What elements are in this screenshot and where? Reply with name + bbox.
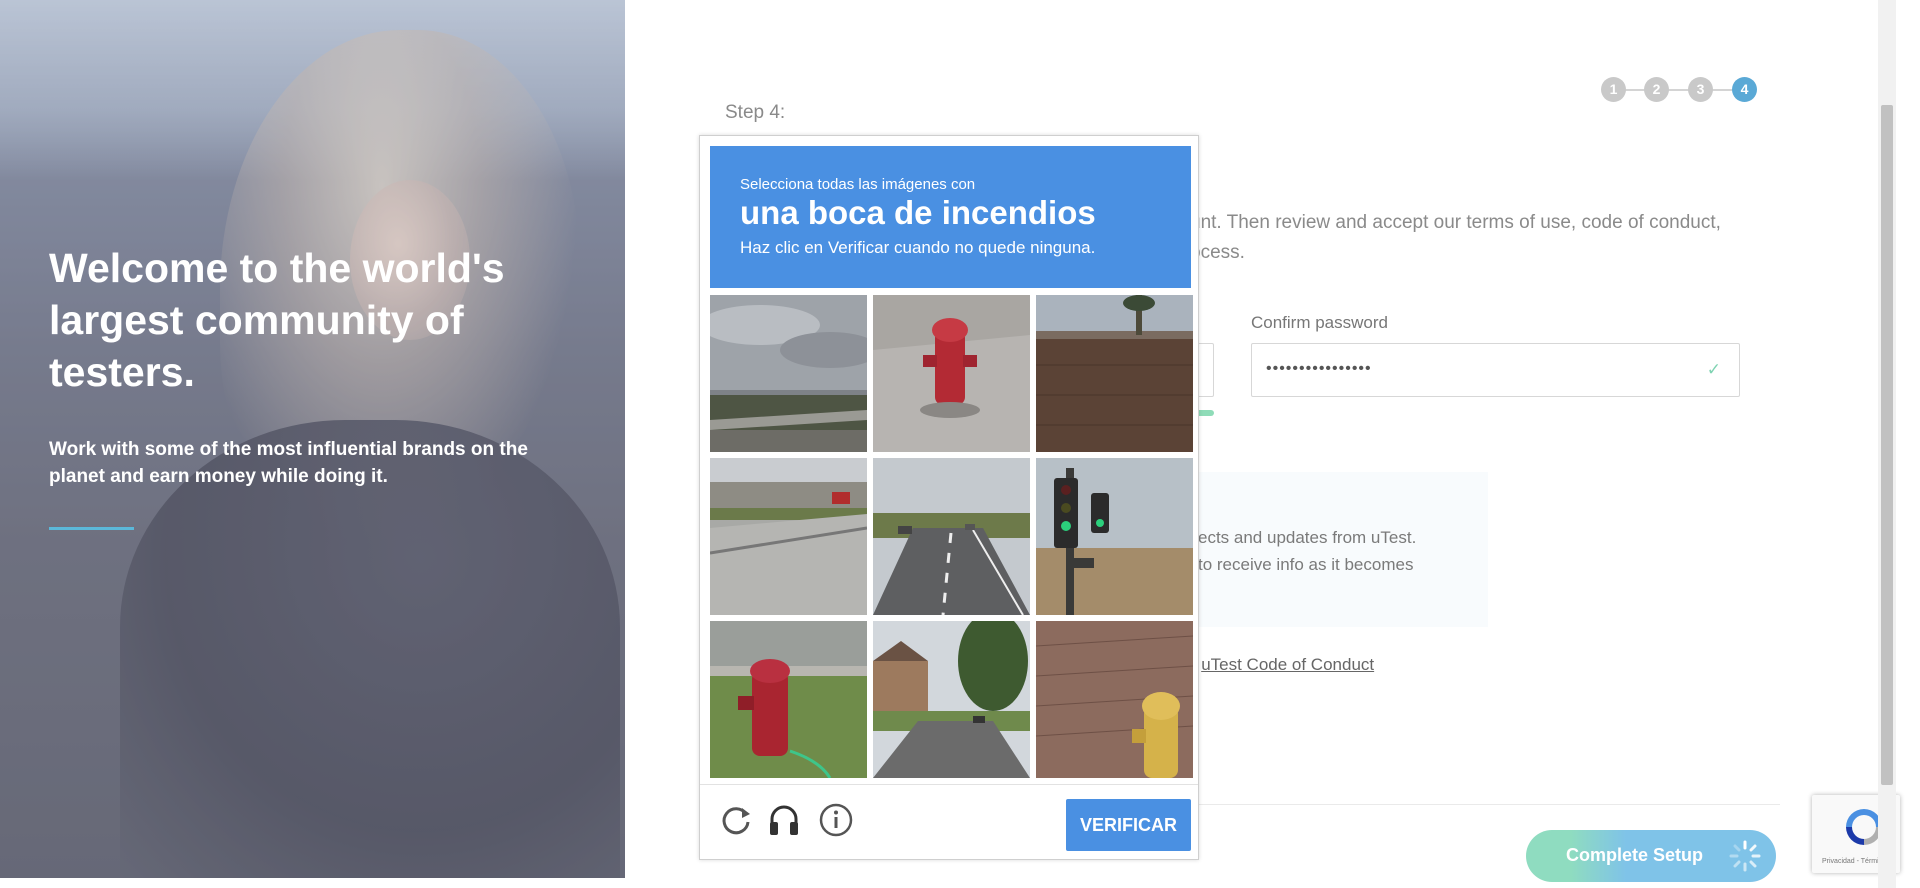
step-4: 4 — [1732, 77, 1757, 102]
headphones-icon[interactable] — [766, 802, 802, 838]
captcha-prompt-target: una boca de incendios — [740, 194, 1096, 231]
captcha-tile-7[interactable] — [710, 621, 867, 778]
brick-wall-image — [1036, 295, 1193, 452]
cloudy-overpass-image — [710, 295, 867, 452]
hydrant-sidewalk-image — [873, 295, 1030, 452]
intro-text-line-1: unt. Then review and accept our terms of… — [1190, 212, 1721, 233]
hero-subtitle: Work with some of the most influential b… — [49, 439, 528, 487]
intro-text-line-2: ocess. — [1190, 242, 1245, 263]
captcha-prompt-instruction: Haz clic en Verificar cuando no quede ni… — [740, 238, 1096, 257]
code-of-conduct-link[interactable]: uTest Code of Conduct — [1201, 655, 1374, 674]
reload-icon[interactable] — [718, 802, 754, 838]
captcha-tile-8[interactable] — [873, 621, 1030, 778]
captcha-tile-1[interactable] — [710, 295, 867, 452]
confirm-password-value: •••••••••••••••• — [1266, 360, 1372, 377]
captcha-tile-5[interactable] — [873, 458, 1030, 615]
step-indicator: 1 2 3 4 — [1601, 77, 1757, 103]
captcha-footer-separator — [700, 784, 1198, 785]
road-cars-image — [873, 458, 1030, 615]
hero-title: Welcome to the world's largest community… — [49, 245, 505, 395]
loading-spinner-icon — [1729, 840, 1761, 872]
yellow-hydrant-image — [1036, 621, 1193, 778]
complete-setup-label: Complete Setup — [1566, 845, 1704, 865]
highway-bridge-image — [710, 458, 867, 615]
step-1: 1 — [1601, 77, 1626, 102]
confirm-password-field[interactable]: •••••••••••••••• ✓ — [1251, 343, 1740, 397]
notify-text: ects and updates from uTest. to receive … — [1198, 524, 1488, 578]
intro-text: unt. Then review and accept our terms of… — [1190, 208, 1750, 268]
check-icon: ✓ — [1706, 360, 1721, 379]
scrollbar-thumb[interactable] — [1881, 105, 1893, 785]
step-track — [1611, 89, 1737, 91]
captcha-tile-2[interactable] — [873, 295, 1030, 452]
captcha-challenge: Selecciona todas las imágenes con una bo… — [699, 135, 1199, 860]
code-of-conduct-text: e uTest Code of Conduct — [1187, 655, 1374, 675]
confirm-password-label: Confirm password — [1251, 313, 1388, 332]
captcha-prompt-small: Selecciona todas las imágenes con — [740, 176, 976, 193]
notify-text-line-1: ects and updates from uTest. — [1198, 528, 1417, 547]
traffic-light-image — [1036, 458, 1193, 615]
step-2: 2 — [1644, 77, 1669, 102]
info-icon[interactable] — [818, 802, 854, 838]
suburban-street-image — [873, 621, 1030, 778]
captcha-tile-4[interactable] — [710, 458, 867, 615]
hero-accent-line — [49, 527, 134, 530]
captcha-tile-6[interactable] — [1036, 458, 1193, 615]
hydrant-grass-image — [710, 621, 867, 778]
hero-panel: Welcome to the world's largest community… — [0, 0, 625, 878]
step-label: Step 4: — [725, 102, 786, 123]
captcha-header: Selecciona todas las imágenes con una bo… — [710, 146, 1191, 288]
captcha-tile-9[interactable] — [1036, 621, 1193, 778]
notify-text-line-2: to receive info as it becomes — [1198, 555, 1414, 574]
scrollbar[interactable] — [1878, 0, 1896, 888]
captcha-tile-3[interactable] — [1036, 295, 1193, 452]
step-3: 3 — [1688, 77, 1713, 102]
footer-divider — [1190, 804, 1780, 805]
complete-setup-button[interactable]: Complete Setup — [1526, 830, 1776, 882]
verify-button[interactable]: VERIFICAR — [1066, 799, 1191, 851]
